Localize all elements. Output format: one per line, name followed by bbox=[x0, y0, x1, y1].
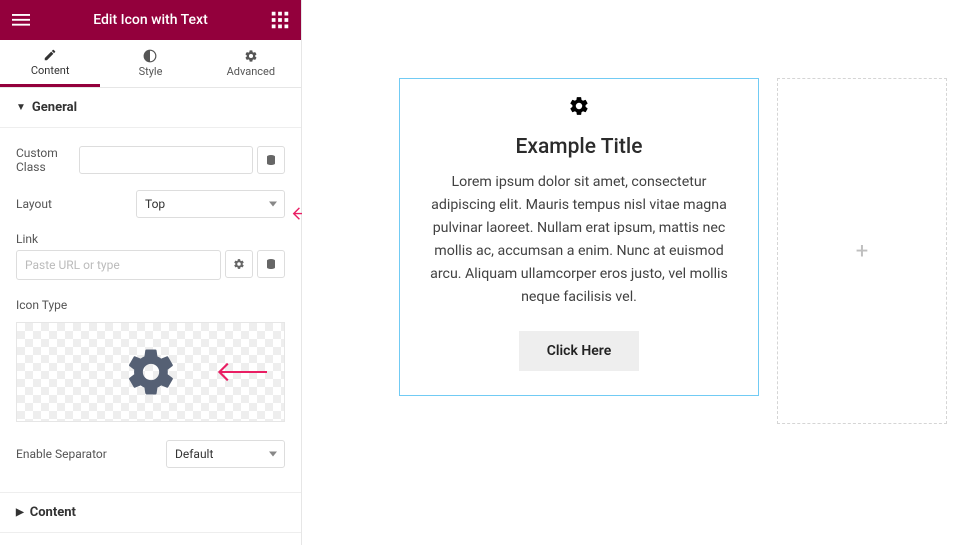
gear-icon bbox=[123, 344, 179, 400]
tab-content[interactable]: Content bbox=[0, 40, 100, 87]
gear-icon bbox=[233, 258, 245, 270]
header-title: Edit Icon with Text bbox=[30, 12, 271, 28]
apps-icon[interactable] bbox=[271, 11, 289, 29]
custom-class-input[interactable] bbox=[79, 146, 253, 174]
database-icon bbox=[265, 154, 277, 166]
controls-panel: ▼ General Custom Class Layout Top bbox=[0, 88, 301, 545]
icon-type-label: Icon Type bbox=[16, 292, 285, 316]
gear-icon bbox=[244, 49, 258, 63]
enable-separator-select[interactable]: Default bbox=[166, 440, 285, 468]
widget-title: Example Title bbox=[418, 135, 740, 159]
link-options-button[interactable] bbox=[225, 250, 253, 278]
contrast-icon bbox=[143, 49, 157, 63]
link-label: Link bbox=[16, 226, 285, 250]
widget-gear-icon bbox=[418, 95, 740, 121]
widget-cta-button[interactable]: Click Here bbox=[519, 331, 639, 371]
section-content-header[interactable]: ▶ Content bbox=[0, 492, 301, 533]
hamburger-icon[interactable] bbox=[12, 11, 30, 29]
section-general-header[interactable]: ▼ General bbox=[0, 88, 301, 128]
editor-tabs: Content Style Advanced bbox=[0, 40, 301, 88]
tab-label: Content bbox=[31, 64, 70, 77]
tab-label: Style bbox=[139, 65, 163, 78]
tab-style[interactable]: Style bbox=[100, 40, 200, 87]
section-title: Content bbox=[30, 505, 76, 520]
tab-label: Advanced bbox=[227, 65, 275, 78]
dynamic-tags-button[interactable] bbox=[257, 146, 285, 174]
layout-select[interactable]: Top bbox=[136, 190, 285, 218]
plus-icon: + bbox=[856, 239, 868, 264]
editor-sidebar: Edit Icon with Text Content Style Advanc… bbox=[0, 0, 302, 545]
caret-down-icon: ▼ bbox=[16, 102, 26, 113]
editor-header: Edit Icon with Text bbox=[0, 0, 301, 40]
empty-section-dropzone[interactable]: + bbox=[777, 78, 947, 424]
canvas: Example Title Lorem ipsum dolor sit amet… bbox=[302, 0, 969, 545]
tab-advanced[interactable]: Advanced bbox=[201, 40, 301, 87]
enable-separator-label: Enable Separator bbox=[16, 447, 166, 461]
widget-body-text: Lorem ipsum dolor sit amet, consectetur … bbox=[418, 171, 740, 309]
layout-label: Layout bbox=[16, 197, 136, 211]
link-dynamic-button[interactable] bbox=[257, 250, 285, 278]
caret-right-icon: ▶ bbox=[16, 507, 24, 518]
database-icon bbox=[265, 258, 277, 270]
section-title: General bbox=[32, 100, 77, 115]
custom-class-label: Custom Class bbox=[16, 146, 79, 174]
icon-type-preview[interactable] bbox=[16, 322, 285, 422]
arrow-annotation-icon bbox=[211, 344, 267, 400]
pencil-icon bbox=[43, 48, 57, 62]
icon-text-widget[interactable]: Example Title Lorem ipsum dolor sit amet… bbox=[399, 78, 759, 396]
link-input[interactable] bbox=[16, 250, 221, 280]
